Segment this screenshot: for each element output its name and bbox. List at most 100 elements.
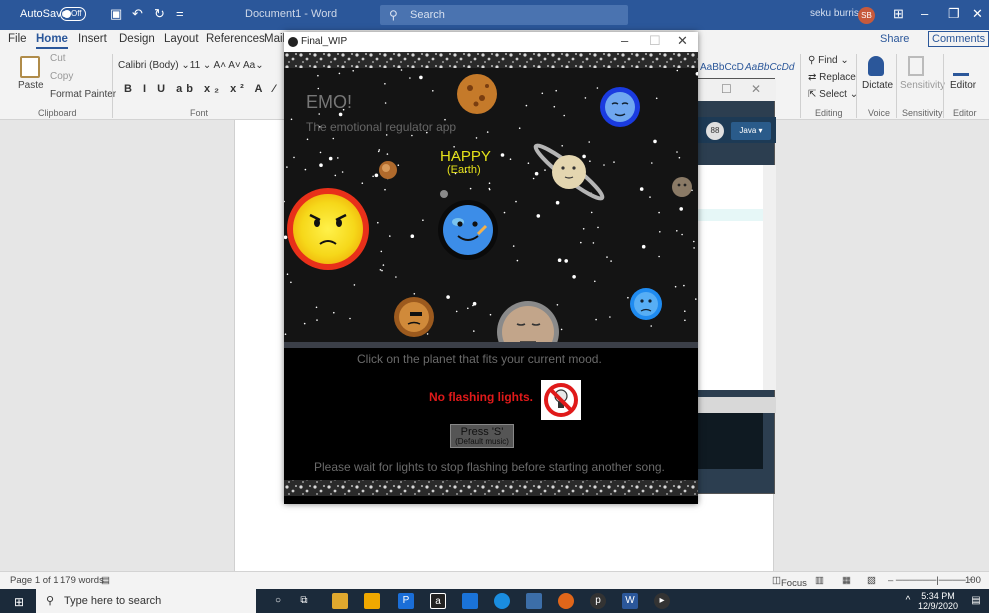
tab-insert[interactable]: Insert [78,33,107,45]
task-view-icon[interactable]: ⧉ [296,593,312,609]
word-search-box[interactable]: ⚲ Search [380,5,628,25]
language-mode-select[interactable]: Java ▾ [731,122,771,140]
zoom-slider[interactable]: – ──────|──── + [888,575,974,586]
cortana-icon[interactable]: ○ [270,593,286,609]
tab-home[interactable]: Home [36,33,68,49]
sketch-app-icon[interactable]: ▸ [654,593,670,609]
notification-icon[interactable]: ▤ [968,593,984,609]
sun-planet[interactable] [287,188,369,270]
star [384,102,387,104]
replace-button[interactable]: ⇄ Replace [808,72,856,83]
editor-button[interactable]: Editor [950,80,976,91]
windows-start-icon[interactable]: ⊞ [14,595,24,609]
save-icon[interactable]: ▣ [110,6,122,22]
publisher-icon[interactable]: P [398,593,414,609]
share-button[interactable]: Share [880,33,909,45]
mercury-planet[interactable] [379,161,397,179]
autosave-toggle[interactable]: Off [60,7,86,21]
processing-app-icon[interactable]: p [590,593,606,609]
star [306,138,309,141]
copy-button[interactable]: Copy [50,71,73,82]
file-explorer-icon[interactable] [332,593,348,609]
venus-planet[interactable] [457,74,497,114]
web-layout-icon[interactable]: ▧ [867,575,876,586]
font-name-select[interactable]: Calibri (Body) ⌄11 ⌄ A˄ A˅ Aa⌄ [118,60,264,71]
system-clock[interactable]: 5:34 PM 12/9/2020 [918,591,958,611]
star [557,258,562,262]
word-count[interactable]: 179 words [60,575,104,586]
star [592,242,595,244]
star [679,207,683,211]
play-default-music-button[interactable]: Press 'S' (Default music) [450,424,514,448]
tab-design[interactable]: Design [119,33,155,45]
close-icon[interactable]: ✕ [972,6,983,22]
search-icon: ⚲ [46,595,55,607]
sketch-close-icon[interactable]: ✕ [677,33,688,49]
customize-quick-access-icon[interactable]: = [176,6,184,21]
tab-layout[interactable]: Layout [164,33,199,45]
mars-planet[interactable] [394,297,434,337]
tab-file[interactable]: File [8,33,27,45]
paste-button[interactable]: Paste [18,80,44,91]
format-painter-button[interactable]: Format Painter [50,89,116,100]
star [512,245,515,247]
star [674,285,677,288]
star [564,259,568,263]
pluto-planet[interactable] [672,177,692,197]
sketch-title-bar: Final_WIP – ☐ ✕ [284,32,698,52]
taskbar-search[interactable]: ⚲ Type here to search [36,589,256,613]
undo-icon[interactable]: ↶ [132,6,143,22]
zoom-level[interactable]: 100 [965,575,981,586]
store-icon[interactable] [364,593,380,609]
avatar[interactable]: SB [858,7,875,24]
star [353,284,356,286]
ide-close-icon[interactable]: ✕ [751,82,761,96]
tray-chevron-icon[interactable]: ^ [900,593,916,609]
sketch-minimize-icon[interactable]: – [621,33,628,48]
editor-scrollbar[interactable] [763,165,776,390]
format-buttons[interactable]: B I U ab x₂ x² A ⁄ A [124,83,298,95]
uranus-planet[interactable] [630,288,662,320]
redo-icon[interactable]: ↻ [154,6,165,22]
focus-button[interactable]: ◫ Focus [772,575,807,589]
restore-icon[interactable]: ❐ [948,6,960,22]
paste-icon[interactable] [20,56,40,78]
steam-icon[interactable] [526,593,542,609]
sensitivity-icon[interactable] [908,56,924,76]
star [488,188,491,191]
minimize-icon[interactable]: – [921,6,928,21]
page-count[interactable]: Page 1 of 1 [10,575,59,586]
select-button[interactable]: ⇱ Select ⌄ [808,89,858,100]
star [582,228,585,230]
sketch-maximize-icon[interactable]: ☐ [649,33,661,49]
star [627,296,629,299]
proofing-icon[interactable]: ▤ [101,575,110,586]
comments-button[interactable]: Comments [928,31,989,47]
read-mode-icon[interactable]: ▥ [815,575,824,586]
star [333,311,335,314]
star [384,83,386,85]
tab-references[interactable]: References [206,33,265,45]
divider [856,54,857,118]
style-normal[interactable]: AaBbCcD [700,62,744,73]
star [609,316,611,318]
sensitivity-button[interactable]: Sensitivity [900,80,945,91]
print-layout-icon[interactable]: ▦ [842,575,851,586]
firefox-icon[interactable] [558,593,574,609]
cut-button[interactable]: Cut [50,53,66,64]
microphone-icon[interactable] [868,56,884,76]
neptune-planet[interactable] [600,87,640,127]
debugger-icon[interactable]: 88 [706,122,724,140]
amazon-icon[interactable]: a [430,593,446,609]
mail-icon[interactable] [462,593,478,609]
replace-label: Replace [819,72,856,83]
ide-maximize-icon[interactable]: ☐ [721,82,732,96]
user-name[interactable]: seku burris [810,8,859,19]
style-heading[interactable]: AaBbCcDd [745,62,794,73]
editor-icon[interactable] [953,56,969,76]
find-button[interactable]: ⚲ Find ⌄ [808,55,849,66]
ribbon-display-icon[interactable]: ⊞ [893,6,904,22]
edge-icon[interactable] [494,593,510,609]
word-app-icon[interactable]: W [622,593,638,609]
dictate-button[interactable]: Dictate [862,80,893,91]
